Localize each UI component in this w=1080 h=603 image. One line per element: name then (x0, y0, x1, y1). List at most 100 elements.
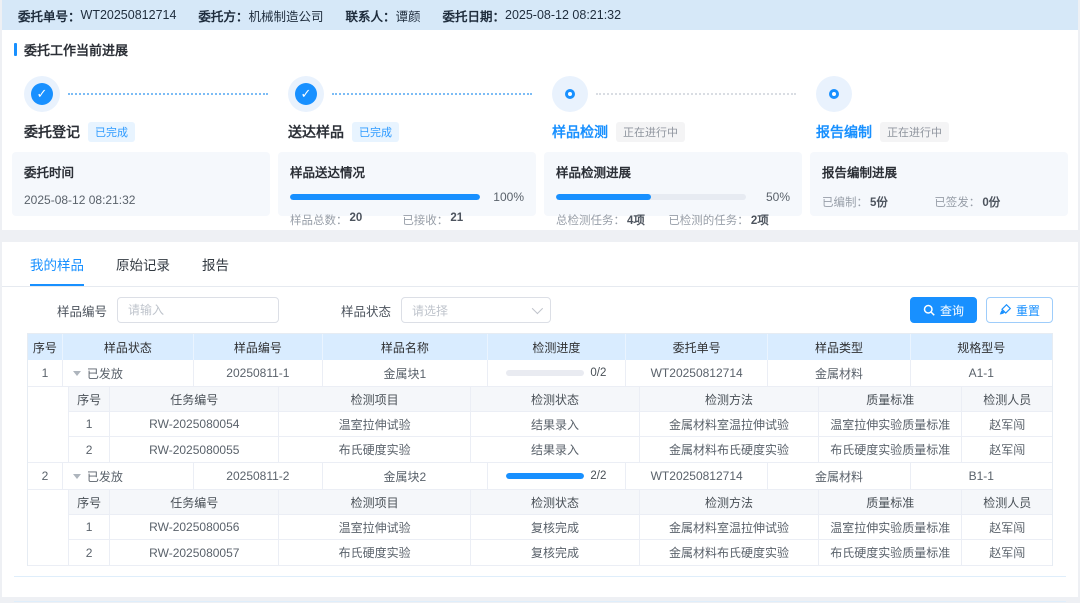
sample-status-cell: 已发放 (63, 360, 194, 386)
status-badge: 已完成 (88, 122, 135, 142)
task-cell: 金属材料布氏硬度实验 (640, 437, 819, 462)
task-cell: 2 (69, 540, 110, 565)
stepper: ✓ 委托登记 已完成 ✓ 送达样品 已完成 样品检测 (2, 75, 1078, 142)
task-row: 1RW-2025080056温室拉伸试验复核完成金属材料室温拉伸试验温室拉伸实验… (68, 515, 1052, 540)
row-progress-label: 0/2 (590, 367, 606, 379)
task-col-header: 任务编号 (110, 490, 279, 514)
step-name: 送达样品 (288, 122, 344, 142)
sample-no-filter-label: 样品编号 (57, 301, 107, 320)
task-cell: 赵军闯 (962, 437, 1051, 462)
spec-cell: B1-1 (911, 463, 1052, 489)
task-cell: RW-2025080054 (110, 412, 279, 436)
task-cell: RW-2025080055 (110, 437, 279, 462)
order-date-pair: 委托日期： 2025-08-12 08:21:32 (442, 6, 621, 25)
task-col-header: 检测项目 (279, 490, 471, 514)
task-cell: 1 (69, 412, 110, 436)
search-button[interactable]: 查询 (910, 297, 977, 323)
step-sample-delivery: ✓ 送达样品 已完成 (276, 75, 540, 142)
contact-label: 联系人： (345, 6, 395, 25)
order-date-value: 2025-08-12 08:21:32 (505, 8, 621, 22)
card-title: 样品检测进展 (556, 162, 790, 181)
stat-value: 0份 (982, 194, 1000, 210)
step-name: 样品检测 (552, 122, 608, 142)
card-title: 报告编制进展 (822, 162, 1056, 181)
status-badge: 正在进行中 (880, 122, 949, 142)
sample-name-cell: 金属块1 (323, 360, 488, 386)
task-cell: 复核完成 (471, 515, 640, 539)
sample-row: 1已发放20250811-1金属块10/2WT20250812714金属材料A1… (28, 360, 1052, 387)
table-footer (14, 576, 1066, 602)
sample-col-header: 序号 (28, 334, 63, 360)
stat-value: 2项 (751, 212, 769, 228)
row-progress-track (506, 473, 584, 479)
step-report-compilation: 报告编制 正在进行中 (804, 75, 1068, 142)
sample-no-input[interactable] (117, 297, 279, 323)
order-no-pair: 委托单号： WT20250812714 (18, 6, 176, 25)
task-cell: 布氏硬度实验 (279, 540, 471, 565)
sample-col-header: 检测进度 (488, 334, 626, 360)
row-progress-fill (506, 473, 584, 479)
section-title-text: 委托工作当前进展 (24, 40, 128, 59)
sample-no-cell: 20250811-2 (194, 463, 323, 489)
filter-bar: 样品编号 样品状态 请选择 查询 重置 (2, 287, 1078, 325)
stat-value: 5份 (870, 194, 888, 210)
sample-type-cell: 金属材料 (768, 463, 910, 489)
stat-value: 20 (350, 212, 363, 228)
reset-button-label: 重置 (1016, 302, 1040, 319)
stat-label: 已签发： (934, 194, 980, 210)
step-sample-testing: 样品检测 正在进行中 (540, 75, 804, 142)
status-badge: 已完成 (352, 122, 399, 142)
client-value: 机械制造公司 (248, 6, 323, 25)
progress-track (556, 194, 746, 200)
task-col-header: 检测项目 (279, 387, 471, 411)
expand-caret-icon[interactable] (73, 371, 81, 376)
task-col-header: 序号 (69, 387, 110, 411)
task-cell: 复核完成 (471, 540, 640, 565)
step-connector (332, 93, 532, 95)
reset-button[interactable]: 重置 (986, 297, 1053, 323)
tab-reports[interactable]: 报告 (202, 242, 229, 286)
task-cell: 布氏硬度实验 (279, 437, 471, 462)
progress-panel: 委托工作当前进展 ✓ 委托登记 已完成 ✓ 送达样品 已完成 (2, 30, 1078, 230)
task-cell: 温室拉伸试验 (279, 515, 471, 539)
sample-type-cell: 金属材料 (768, 360, 910, 386)
search-button-label: 查询 (940, 302, 964, 319)
task-cell: 布氏硬度实验质量标准 (819, 540, 963, 565)
tab-my-samples[interactable]: 我的样品 (30, 242, 84, 286)
task-col-header: 检测方法 (640, 387, 819, 411)
sample-name-cell: 金属块2 (323, 463, 488, 489)
progress-fill (290, 194, 480, 200)
step-connector (596, 93, 796, 95)
order-info-bar: 委托单号： WT20250812714 委托方： 机械制造公司 联系人： 谭颜 … (2, 0, 1078, 30)
step-connector (68, 93, 268, 95)
task-cell: RW-2025080056 (110, 515, 279, 539)
sample-testing-card: 样品检测进展 50% 总检测任务： 4项 已检测的任务： 2项 (544, 152, 802, 216)
sample-status-text: 已发放 (87, 468, 123, 485)
task-cell: 结果录入 (471, 412, 640, 436)
task-cell: 金属材料室温拉伸试验 (640, 515, 819, 539)
client-label: 委托方： (198, 6, 248, 25)
sample-col-header: 样品类型 (768, 334, 910, 360)
task-col-header: 检测人员 (962, 387, 1051, 411)
reset-brush-icon (999, 304, 1011, 316)
sample-table: 序号样品状态样品编号样品名称检测进度委托单号样品类型规格型号 1已发放20250… (27, 333, 1053, 566)
task-col-header: 检测状态 (471, 387, 640, 411)
task-table-header: 序号任务编号检测项目检测状态检测方法质量标准检测人员 (68, 387, 1052, 412)
task-table-wrapper: 序号任务编号检测项目检测状态检测方法质量标准检测人员1RW-2025080054… (28, 387, 1052, 463)
step-circle (816, 76, 852, 112)
ring-icon (829, 89, 839, 99)
stat-label: 样品总数： (290, 212, 348, 228)
task-cell: 1 (69, 515, 110, 539)
stat-value: 4项 (627, 212, 645, 228)
sample-col-header: 样品状态 (63, 334, 194, 360)
step-name: 委托登记 (24, 122, 80, 142)
ring-icon (565, 89, 575, 99)
task-row: 2RW-2025080057布氏硬度实验复核完成金属材料布氏硬度实验布氏硬度实验… (68, 540, 1052, 565)
client-pair: 委托方： 机械制造公司 (198, 6, 323, 25)
task-table-wrapper: 序号任务编号检测项目检测状态检测方法质量标准检测人员1RW-2025080056… (28, 490, 1052, 566)
sample-status-select[interactable]: 请选择 (401, 297, 551, 323)
main-panel: 我的样品 原始记录 报告 样品编号 样品状态 请选择 查询 重置 (2, 242, 1078, 597)
expand-caret-icon[interactable] (73, 474, 81, 479)
tab-original-records[interactable]: 原始记录 (116, 242, 170, 286)
spec-cell: A1-1 (911, 360, 1052, 386)
